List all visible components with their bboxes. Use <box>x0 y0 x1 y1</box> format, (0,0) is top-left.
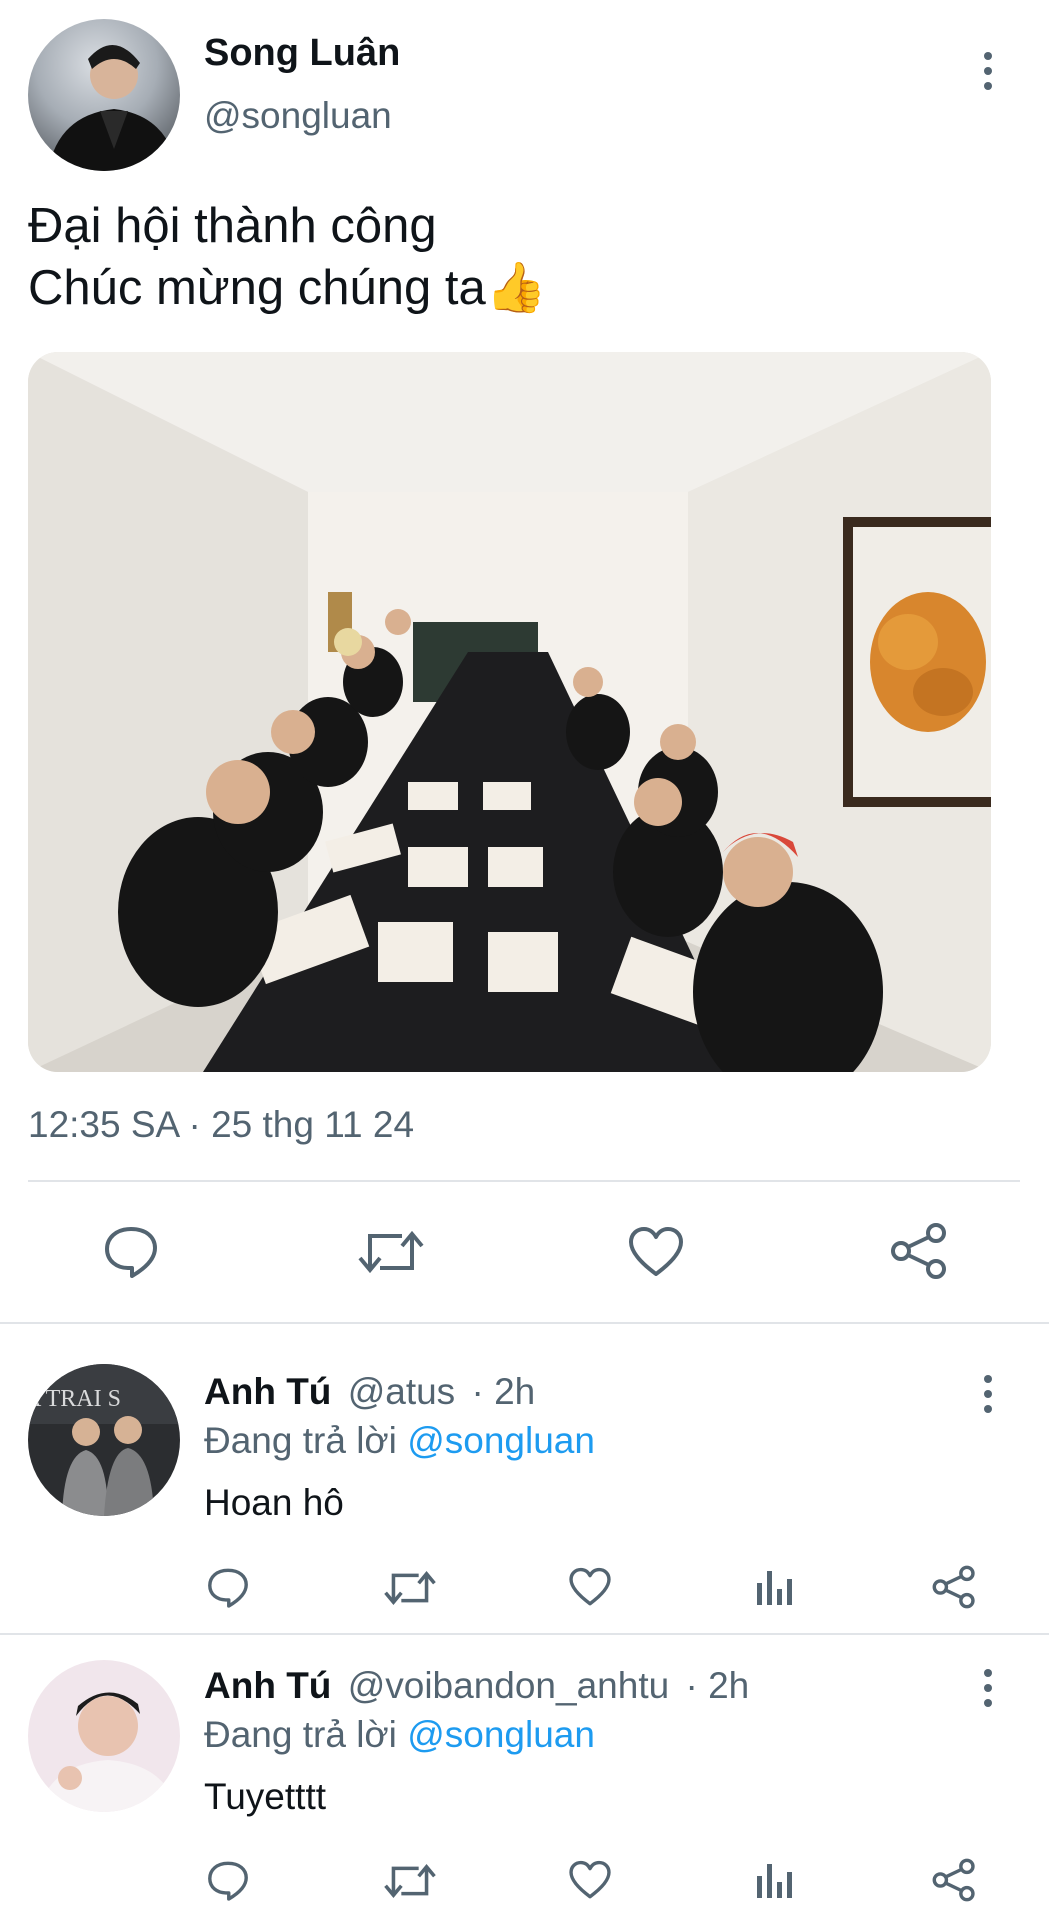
author-name[interactable]: Song Luân <box>204 30 400 76</box>
reply-author-name[interactable]: Anh Tú <box>204 1371 331 1412</box>
like-icon[interactable] <box>627 1226 685 1278</box>
reply-more-options-icon[interactable] <box>978 1375 998 1413</box>
author-handle[interactable]: @songluan <box>204 94 392 138</box>
like-icon[interactable] <box>568 1860 612 1900</box>
share-icon[interactable] <box>890 1222 948 1280</box>
tweet-timestamp: 12:35 SA · 25 thg 11 24 <box>28 1104 415 1145</box>
replying-to-link[interactable]: @songluan <box>407 1714 595 1755</box>
thumbs-up-emoji: 👍 <box>485 261 547 315</box>
replying-to-label: Đang trả lời <box>204 1714 397 1755</box>
reply-text: Tuyetttt <box>204 1776 327 1817</box>
reply-header: Anh Tú @atus · 2h <box>204 1369 535 1415</box>
more-options-icon[interactable] <box>978 52 998 90</box>
tweet-text: Đại hội thành công Chúc mừng chúng ta👍 <box>28 195 1008 319</box>
reply-author-name[interactable]: Anh Tú <box>204 1665 331 1706</box>
avatar-person-icon <box>48 44 178 171</box>
retweet-icon[interactable] <box>384 1860 436 1902</box>
avatar-banner-text: A TRAI S <box>28 1386 121 1412</box>
reply-more-options-icon[interactable] <box>978 1669 998 1707</box>
reply-time: · 2h <box>471 1371 536 1412</box>
reply-avatar[interactable] <box>28 1660 180 1812</box>
views-icon[interactable] <box>754 1860 794 1900</box>
reply-icon[interactable] <box>102 1223 160 1279</box>
views-icon[interactable] <box>754 1567 794 1607</box>
reply-author-handle[interactable]: @atus <box>348 1371 456 1412</box>
avatar-person-icon <box>38 1692 178 1812</box>
tweet-photo[interactable] <box>28 352 991 1072</box>
reply-context: Đang trả lời @songluan <box>204 1418 595 1464</box>
share-icon[interactable] <box>932 1858 976 1902</box>
tweet-text-line-2: Chúc mừng chúng ta👍 <box>28 261 547 315</box>
reply-text: Hoan hô <box>204 1482 344 1523</box>
reply-avatar[interactable]: A TRAI S <box>28 1364 180 1516</box>
retweet-icon[interactable] <box>384 1567 436 1609</box>
reply-context: Đang trả lời @songluan <box>204 1712 595 1758</box>
reply-time: · 2h <box>685 1665 750 1706</box>
replying-to-link[interactable]: @songluan <box>407 1420 595 1461</box>
reply-icon[interactable] <box>206 1565 250 1609</box>
reply-icon[interactable] <box>206 1858 250 1902</box>
share-icon[interactable] <box>932 1565 976 1609</box>
tweet-text-line-1: Đại hội thành công <box>28 199 437 253</box>
actions-divider <box>0 1322 1049 1324</box>
author-avatar[interactable] <box>28 19 180 171</box>
timestamp-divider <box>28 1180 1020 1182</box>
reply-header: Anh Tú @voibandon_anhtu · 2h <box>204 1663 749 1709</box>
reply-divider <box>0 1633 1049 1635</box>
like-icon[interactable] <box>568 1567 612 1607</box>
retweet-icon[interactable] <box>358 1226 424 1278</box>
replying-to-label: Đang trả lời <box>204 1420 397 1461</box>
avatar-duo-icon: A TRAI S <box>28 1364 180 1516</box>
reply-author-handle[interactable]: @voibandon_anhtu <box>348 1665 670 1706</box>
group-dinner-photo <box>28 352 991 1072</box>
